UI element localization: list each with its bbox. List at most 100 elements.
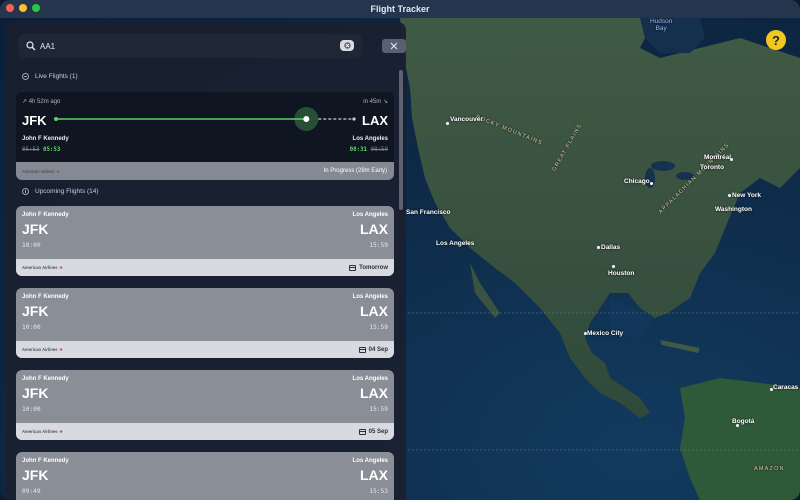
search-input[interactable] [40,41,330,51]
arrival-arrow-icon: ↘ [382,99,388,105]
origin-code: JFK [22,467,49,483]
origin-city: John F Kennedy [22,458,69,464]
map-label-san-francisco: San Francisco [406,209,451,216]
map-label-toronto: Toronto [700,164,725,171]
live-flight-card[interactable]: ↗ 4h 52m ago in 45m ↘ JFK LAX John F Ken… [16,92,394,180]
departure-time: 10:00 [22,242,41,249]
upcoming-flights-title: Upcoming Flights (14) [35,188,99,195]
window-controls [6,4,40,12]
flight-progress-track [54,107,356,131]
upcoming-flights-header[interactable]: Upcoming Flights (14) [22,188,99,195]
arrival-scheduled: 08:59 [370,147,388,153]
airline-eagle-icon: ✈ [59,265,63,270]
flight-date: 05 Sep [368,428,388,435]
upcoming-flight-card[interactable]: John F Kennedy Los Angeles JFK LAX 10:00… [16,370,394,440]
airline-name: American Airlines [22,168,55,174]
destination-city: Los Angeles [352,458,388,464]
destination-code: LAX [360,221,388,237]
map-label-montreal: Montréal [704,154,732,161]
origin-city: John F Kennedy [22,294,69,300]
collapse-icon [22,73,29,80]
clear-search-button[interactable] [340,40,354,51]
departure-scheduled: 05:53 [22,147,40,153]
origin-code: JFK [22,385,49,401]
zoom-window-button[interactable] [32,4,40,12]
upcoming-flight-footer: American Airlines ✈ 05 Sep [16,423,394,440]
airline-eagle-icon: ✈ [59,347,63,352]
upcoming-flight-card[interactable]: John F Kennedy Los Angeles JFK LAX 09:49… [16,452,394,500]
search-bar[interactable] [18,34,362,58]
airline-logo: American Airlines ✈ [22,169,60,174]
city-dot [597,246,600,249]
search-row [18,34,406,58]
clear-icon [343,42,351,49]
airline-logo: American Airlines ✈ [22,265,63,270]
departed-arrow-icon: ↗ [22,99,28,105]
map-label-chicago: Chicago [624,178,650,185]
upcoming-flight-footer: American Airlines ✈ Tomorrow [16,259,394,276]
city-dot [612,265,615,268]
map-label-amazon: AMAZON [754,466,785,472]
map-label-vancouver: Vancouver [450,116,483,123]
calendar-icon [358,346,366,353]
upcoming-flight-card[interactable]: John F Kennedy Los Angeles JFK LAX 10:00… [16,206,394,276]
airline-eagle-icon: ✈ [56,168,60,174]
title-bar: Flight Tracker [0,0,800,18]
map-label-bogota: Bogotá [732,418,755,425]
arrival-time: 15:53 [369,488,388,495]
departure-time: 10:00 [22,406,41,413]
departure-actual: 05:53 [42,147,61,153]
destination-code: LAX [360,385,388,401]
close-window-button[interactable] [6,4,14,12]
panel-scrollbar[interactable] [399,70,403,210]
destination-code: LAX [362,113,388,128]
live-flights-header[interactable]: Live Flights (1) [22,73,78,80]
map-label-washington: Washington [715,206,752,213]
map-label-mexico-city: Mexico City [587,330,624,337]
upcoming-flight-card[interactable]: John F Kennedy Los Angeles JFK LAX 10:00… [16,288,394,358]
flights-panel: Live Flights (1) ↗ 4h 52m ago in 45m ↘ J… [6,22,406,500]
help-button[interactable]: ? [766,30,786,50]
question-icon: ? [772,32,780,48]
remaining-time: in 45m ↘ [363,98,388,105]
arrival-actual: 08:31 [349,147,368,153]
airline-logo: American Airlines ✈ [22,347,63,352]
app-window: Flight Tracker Hudson Bay ROCKY MOUNTAIN… [0,0,800,500]
destination-city: Los Angeles [352,212,388,218]
destination-city: Los Angeles [352,376,388,382]
upcoming-flight-footer: American Airlines ✈ 04 Sep [16,341,394,358]
calendar-icon [358,428,366,435]
plane-position-marker [303,116,310,122]
airline-name: American Airlines [22,265,58,270]
airline-logo: American Airlines ✈ [22,429,63,434]
close-icon [390,42,398,50]
map-label-new-york: New York [732,192,762,199]
flight-date: Tomorrow [359,264,388,271]
calendar-icon [349,264,357,271]
flight-status: In Progress (28m Early) [323,168,387,174]
airline-name: American Airlines [22,347,58,352]
search-icon [26,41,36,51]
map-label-hudson-bay: Hudson Bay [650,18,673,32]
map-label-los-angeles: Los Angeles [436,240,475,247]
map-label-houston: Houston [608,270,635,277]
origin-code: JFK [22,221,49,237]
arrival-times: 08:31 08:59 [350,147,388,153]
origin-city: John F Kennedy [22,212,69,218]
origin-code: JFK [22,303,49,319]
departure-time: 10:00 [22,324,41,331]
close-panel-button[interactable] [382,39,406,53]
destination-city: Los Angeles [352,294,388,300]
origin-code: JFK [22,113,47,128]
city-dot [446,122,449,125]
arrival-time: 15:59 [369,242,388,249]
arrival-time: 15:59 [369,324,388,331]
flight-date: 04 Sep [368,346,388,353]
airline-eagle-icon: ✈ [59,429,63,434]
destination-city: Los Angeles [352,136,388,142]
map-label-dallas: Dallas [601,244,621,251]
live-flight-footer: American Airlines ✈ In Progress (28m Ear… [16,162,394,180]
departure-time: 09:49 [22,488,41,495]
clock-icon [22,188,29,195]
minimize-window-button[interactable] [19,4,27,12]
